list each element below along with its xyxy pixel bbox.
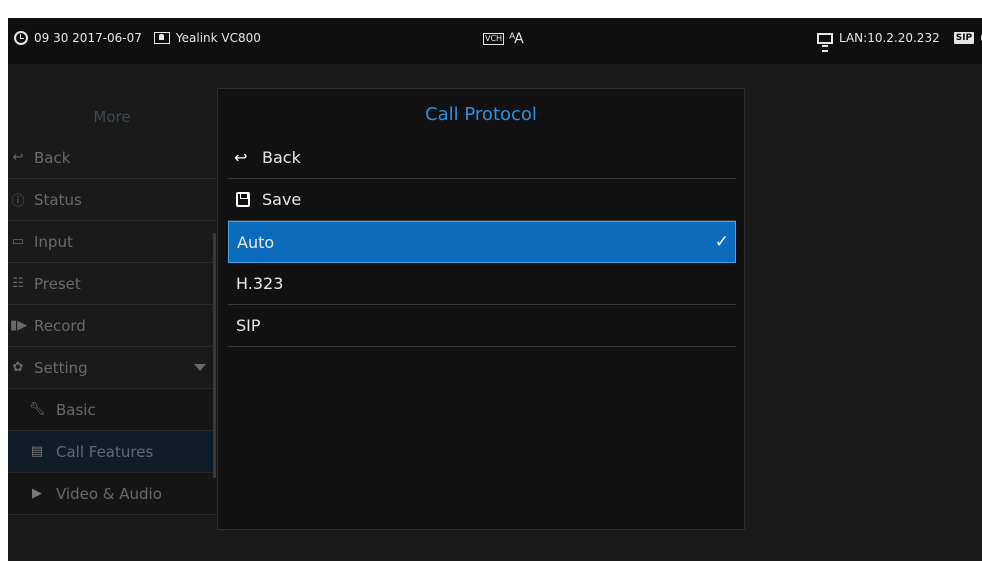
menu-item-label: Record [34, 316, 86, 335]
submenu-item-label: Video & Audio [56, 484, 162, 503]
option-sip[interactable]: SIP [228, 305, 736, 347]
input-icon: ▭ [11, 234, 25, 249]
option-auto[interactable]: Auto ✓ [228, 221, 736, 263]
font-size-icon: ᴬA [509, 31, 524, 47]
menu-scrollbar[interactable] [213, 233, 216, 478]
video-audio-icon: ▶ [32, 486, 42, 501]
gear-icon: ✿ [12, 360, 24, 375]
menu-item-back[interactable]: ↩ Back [8, 137, 216, 179]
preset-icon: ☷ [12, 276, 24, 291]
menu-title: More [93, 108, 131, 126]
menu-item-label: Status [34, 190, 82, 209]
datetime-text: 09 30 2017-06-07 [34, 31, 142, 45]
screen: 09 30 2017-06-07 Yealink VC800 VCH ᴬA LA… [8, 18, 982, 561]
record-icon: ▮▶ [10, 318, 28, 333]
menu-item-input[interactable]: ▭ Input [8, 221, 216, 263]
option-label: SIP [236, 316, 261, 335]
submenu-item-label: Call Features [56, 442, 154, 461]
left-menu: More ↩ Back ⓘ Status ▭ Input ☷ Preset ▮▶… [8, 97, 216, 515]
menu-item-label: Back [34, 148, 71, 167]
dialog-save-label: Save [262, 190, 302, 209]
vch-icon: VCH [483, 33, 505, 45]
back-arrow-icon: ↩ [234, 148, 248, 167]
back-arrow-icon: ↩ [12, 150, 24, 165]
menu-item-record[interactable]: ▮▶ Record [8, 305, 216, 347]
dialog-title: Call Protocol [425, 104, 537, 125]
submenu-item-label: Basic [56, 400, 96, 419]
lan-address: LAN:10.2.20.232 [839, 31, 940, 45]
dialog-save-button[interactable]: Save [228, 179, 736, 221]
dialog-back-button[interactable]: ↩ Back [228, 137, 736, 179]
indicator-group: VCH ᴬA [483, 31, 524, 47]
menu-item-label: Preset [34, 274, 81, 293]
status-bar: 09 30 2017-06-07 Yealink VC800 VCH ᴬA LA… [8, 18, 982, 64]
clock-icon [14, 31, 28, 45]
option-label: Auto [237, 232, 275, 252]
option-h323[interactable]: H.323 [228, 263, 736, 305]
sip-badge: SIP [953, 32, 975, 44]
wrench-icon: 🔧︎ [28, 402, 46, 417]
info-icon: ⓘ [11, 194, 25, 209]
call-features-icon: ▤ [30, 444, 44, 459]
datetime-group: 09 30 2017-06-07 Yealink VC800 [14, 31, 261, 45]
lan-icon [817, 32, 833, 52]
menu-item-setting[interactable]: ✿ Setting [8, 347, 216, 389]
submenu-item-video-audio[interactable]: ▶ Video & Audio [8, 473, 216, 515]
call-protocol-dialog: Call Protocol ↩ Back Save Auto ✓ H.323 S… [217, 88, 745, 530]
menu-item-preset[interactable]: ☷ Preset [8, 263, 216, 305]
caret-down-icon [194, 364, 206, 371]
option-label: H.323 [236, 274, 284, 293]
menu-item-label: Input [34, 232, 73, 251]
submenu-item-call-features[interactable]: ▤ Call Features [8, 431, 216, 473]
dialog-back-label: Back [262, 148, 301, 167]
network-group: LAN:10.2.20.232 SIP 6000 [817, 31, 982, 52]
menu-item-status[interactable]: ⓘ Status [8, 179, 216, 221]
menu-item-label: Setting [34, 358, 88, 377]
submenu-item-basic[interactable]: 🔧︎ Basic [8, 389, 216, 431]
checkmark-icon: ✓ [714, 232, 729, 252]
save-icon [236, 192, 250, 207]
contact-card-icon [153, 32, 170, 44]
device-name: Yealink VC800 [175, 31, 261, 45]
